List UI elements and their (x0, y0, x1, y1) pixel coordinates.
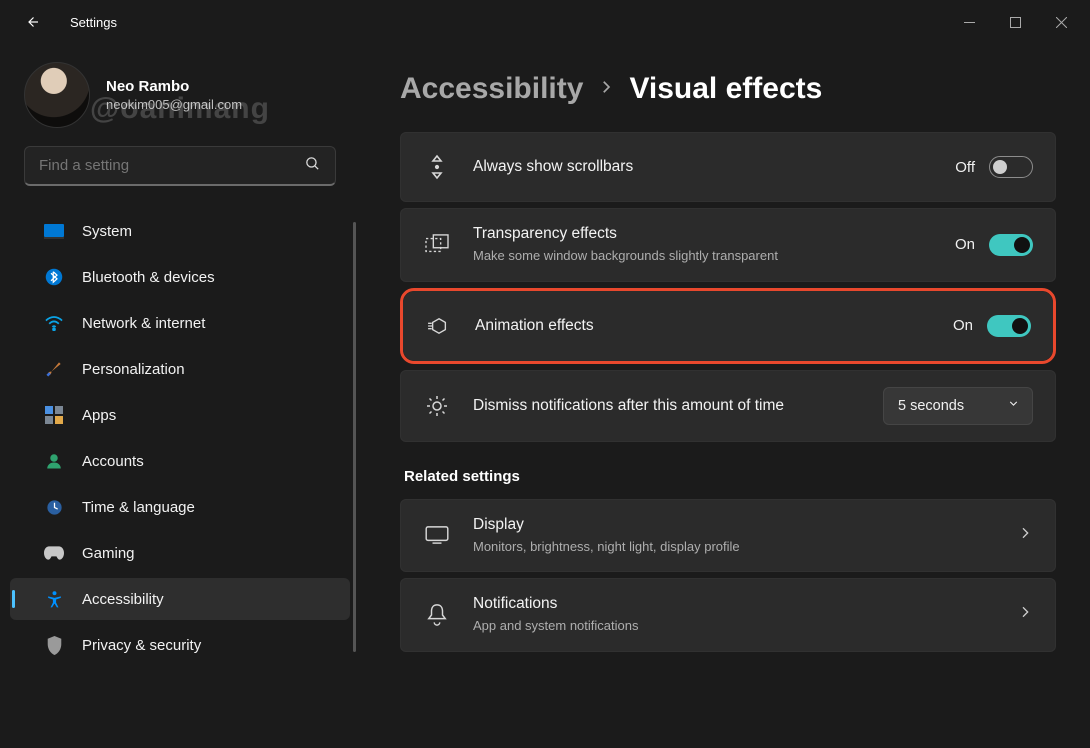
scrollbars-icon (423, 154, 451, 180)
toggle-state-label: Off (955, 159, 975, 176)
title-bar-left: Settings (22, 12, 117, 32)
search-input[interactable] (39, 157, 294, 174)
apps-icon (44, 405, 64, 425)
setting-animation: Animation effects On (403, 291, 1053, 361)
sidebar-item-time-language[interactable]: Time & language (10, 486, 350, 528)
setting-title: Animation effects (475, 317, 931, 335)
animation-icon (425, 316, 453, 336)
back-button[interactable] (22, 12, 42, 32)
setting-title: Always show scrollbars (473, 158, 933, 176)
setting-scrollbars: Always show scrollbars Off (400, 132, 1056, 202)
sidebar-item-privacy[interactable]: Privacy & security (10, 624, 350, 666)
window-controls (946, 6, 1084, 38)
sidebar-item-accessibility[interactable]: Accessibility (10, 578, 350, 620)
search-icon (304, 155, 321, 177)
minimize-button[interactable] (946, 6, 992, 38)
link-title: Display (473, 516, 995, 534)
chevron-right-icon (1017, 604, 1033, 625)
avatar (24, 62, 90, 128)
setting-subtitle: Make some window backgrounds slightly tr… (473, 247, 813, 265)
shield-icon (44, 635, 64, 655)
sidebar-item-label: Time & language (82, 499, 195, 516)
setting-dismiss-time: Dismiss notifications after this amount … (400, 370, 1056, 442)
sidebar: Neo Rambo neokim005@gmail.com @oanimang (0, 44, 360, 748)
close-button[interactable] (1038, 6, 1084, 38)
link-subtitle: App and system notifications (473, 617, 995, 635)
sidebar-item-label: Accessibility (82, 591, 164, 608)
nav-scrollbar[interactable] (353, 222, 356, 652)
sidebar-item-accounts[interactable]: Accounts (10, 440, 350, 482)
person-icon (44, 451, 64, 471)
highlight-box: Animation effects On (400, 288, 1056, 364)
accessibility-icon (44, 589, 64, 609)
toggle-state-label: On (955, 236, 975, 253)
sidebar-item-label: Gaming (82, 545, 135, 562)
display-icon (423, 526, 451, 544)
title-bar: Settings (0, 0, 1090, 44)
chevron-right-icon (597, 78, 615, 101)
animation-toggle[interactable] (987, 315, 1031, 337)
settings-window: Settings Neo Rambo neokim005@gmail.com (0, 0, 1090, 748)
transparency-icon (423, 234, 451, 256)
brush-icon (44, 359, 64, 379)
profile-email: neokim005@gmail.com (106, 97, 242, 112)
related-settings-heading: Related settings (404, 468, 1056, 485)
breadcrumb-parent[interactable]: Accessibility (400, 72, 583, 106)
sidebar-item-label: System (82, 223, 132, 240)
bluetooth-icon (44, 267, 64, 287)
setting-transparency: Transparency effects Make some window ba… (400, 208, 1056, 282)
sidebar-item-label: Personalization (82, 361, 185, 378)
search-box[interactable] (24, 146, 336, 186)
chevron-right-icon (1017, 525, 1033, 546)
profile-block[interactable]: Neo Rambo neokim005@gmail.com @oanimang (0, 62, 360, 146)
setting-title: Dismiss notifications after this amount … (473, 397, 861, 415)
scrollbars-toggle[interactable] (989, 156, 1033, 178)
main-content: Accessibility Visual effects Always show… (360, 44, 1090, 748)
bell-icon (423, 603, 451, 627)
sidebar-item-bluetooth[interactable]: Bluetooth & devices (10, 256, 350, 298)
related-display[interactable]: Display Monitors, brightness, night ligh… (400, 499, 1056, 573)
breadcrumb-current: Visual effects (629, 72, 822, 106)
brightness-icon (423, 394, 451, 418)
chevron-down-icon (1007, 397, 1020, 414)
sidebar-item-network[interactable]: Network & internet (10, 302, 350, 344)
dismiss-time-select[interactable]: 5 seconds (883, 387, 1033, 425)
select-value: 5 seconds (898, 398, 964, 414)
setting-title: Transparency effects (473, 225, 933, 243)
sidebar-item-label: Accounts (82, 453, 144, 470)
sidebar-item-label: Bluetooth & devices (82, 269, 215, 286)
sidebar-item-system[interactable]: System (10, 210, 350, 252)
sidebar-item-label: Privacy & security (82, 637, 201, 654)
breadcrumb: Accessibility Visual effects (400, 72, 1056, 106)
sidebar-item-label: Apps (82, 407, 116, 424)
sidebar-item-gaming[interactable]: Gaming (10, 532, 350, 574)
related-notifications[interactable]: Notifications App and system notificatio… (400, 578, 1056, 652)
monitor-icon (44, 221, 64, 241)
toggle-state-label: On (953, 317, 973, 334)
transparency-toggle[interactable] (989, 234, 1033, 256)
link-title: Notifications (473, 595, 995, 613)
profile-name: Neo Rambo (106, 78, 242, 95)
maximize-button[interactable] (992, 6, 1038, 38)
window-title: Settings (70, 15, 117, 30)
sidebar-item-personalization[interactable]: Personalization (10, 348, 350, 390)
sidebar-item-apps[interactable]: Apps (10, 394, 350, 436)
wifi-icon (44, 313, 64, 333)
nav-list: System Bluetooth & devices Network & int… (0, 210, 360, 666)
sidebar-item-label: Network & internet (82, 315, 205, 332)
link-subtitle: Monitors, brightness, night light, displ… (473, 538, 995, 556)
clock-globe-icon (44, 497, 64, 517)
gamepad-icon (44, 543, 64, 563)
